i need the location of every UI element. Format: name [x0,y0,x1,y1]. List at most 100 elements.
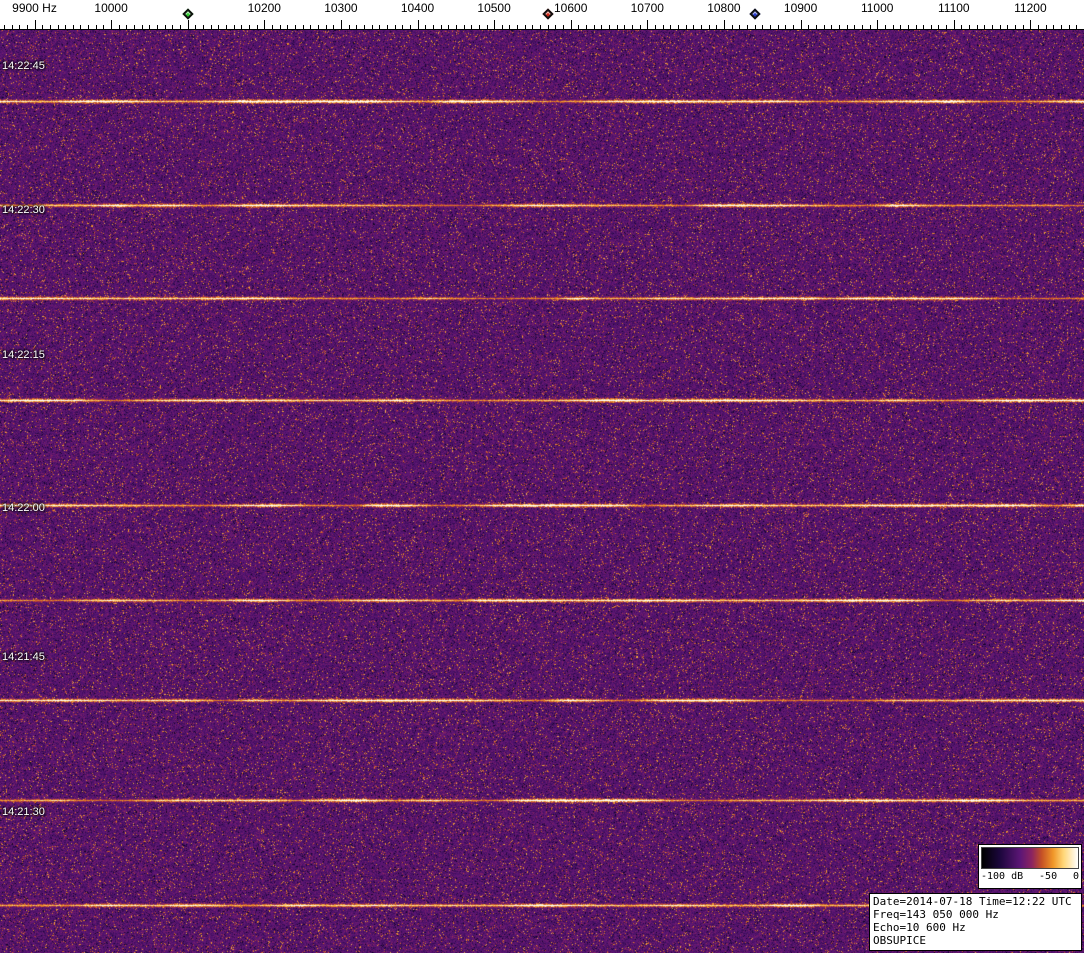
minor-tick [685,25,687,29]
major-tick [340,20,342,29]
minor-tick [593,25,595,29]
minor-tick [808,25,810,29]
minor-tick [42,25,44,29]
major-tick [494,20,496,29]
time-axis-label: 14:22:15 [2,349,45,361]
minor-tick [118,25,120,29]
minor-tick [425,25,427,29]
minor-tick [831,25,833,29]
minor-tick [141,25,143,29]
freq-tick-label: 10800 [707,1,741,15]
minor-tick [195,25,197,29]
minor-tick [164,25,166,29]
freq-tick-label: 9900 Hz [12,1,57,15]
minor-tick [992,25,994,29]
red-frequency-marker-icon[interactable] [542,8,554,20]
minor-tick [1015,25,1017,29]
minor-tick [976,25,978,29]
minor-tick [348,25,350,29]
minor-tick [532,25,534,29]
minor-tick [471,25,473,29]
minor-tick [1007,25,1009,29]
minor-tick [57,25,59,29]
minor-tick [134,25,136,29]
minor-tick [632,25,633,29]
legend-max-label: 0 [1072,871,1079,882]
minor-tick [1045,25,1047,29]
minor-tick [907,25,909,29]
minor-tick [785,25,787,29]
freq-tick-label: 10900 [783,1,818,15]
minor-tick [547,25,549,29]
minor-tick [639,25,641,29]
minor-tick [371,25,373,29]
minor-tick [88,25,90,29]
minor-tick [149,25,151,29]
minor-tick [708,25,710,29]
minor-tick [1022,25,1024,29]
minor-tick [815,25,817,29]
major-tick [187,20,189,29]
minor-tick [846,25,848,29]
minor-tick [1053,25,1055,29]
blue-frequency-marker-icon[interactable] [748,8,761,20]
minor-tick [670,25,672,29]
minor-tick [226,25,227,29]
minor-tick [26,25,28,29]
minor-tick [555,25,557,29]
station-info-box: Date=2014-07-18 Time=12:22 UTC Freq=143 … [869,893,1082,951]
minor-tick [3,25,5,29]
minor-tick [279,25,281,29]
time-axis-label: 14:22:00 [2,502,45,514]
major-tick [417,20,419,29]
minor-tick [478,25,480,29]
minor-tick [180,25,181,29]
minor-tick [486,25,488,29]
minor-tick [624,25,626,29]
major-tick [1030,20,1032,29]
legend-mid-label: -50 [1039,871,1058,882]
minor-tick [961,25,963,29]
minor-tick [678,25,679,29]
minor-tick [310,25,312,29]
freq-tick-label: 11200 [1014,1,1047,15]
minor-tick [463,25,465,29]
minor-tick [563,25,565,29]
minor-tick [762,25,764,29]
time-axis-label: 14:22:30 [2,204,45,216]
freq-tick-label: 11000 [860,1,894,15]
minor-tick [294,25,296,29]
major-tick [953,20,955,29]
minor-tick [302,25,304,29]
minor-tick [241,25,243,29]
minor-tick [517,25,519,29]
minor-tick [157,25,158,29]
minor-tick [1068,25,1070,29]
minor-tick [655,25,656,29]
minor-tick [402,25,404,29]
freq-tick-label: 11100 [938,1,970,15]
major-tick [264,20,266,29]
major-tick [570,20,572,29]
info-echo-line: Echo=10 600 Hz [873,921,966,934]
minor-tick [946,25,948,29]
green-frequency-marker-icon[interactable] [182,8,194,20]
waterfall-spectrogram[interactable] [0,30,1084,953]
time-axis-label: 14:21:45 [2,651,45,663]
frequency-ruler[interactable]: 9900 Hz 10000 10200 10300 10400 10500 10600 107… [0,0,1084,30]
major-tick [647,20,649,29]
minor-tick [915,25,917,29]
minor-tick [272,25,273,29]
freq-tick-label: 10400 [400,1,435,15]
minor-tick [363,25,365,29]
minor-tick [80,25,82,29]
minor-tick [869,25,871,29]
minor-tick [739,25,741,29]
minor-tick [930,25,932,29]
minor-tick [11,25,13,29]
minor-tick [693,25,695,29]
freq-tick-label: 10200 [247,1,281,15]
minor-tick [103,25,105,29]
minor-tick [731,25,733,29]
minor-tick [984,25,986,29]
